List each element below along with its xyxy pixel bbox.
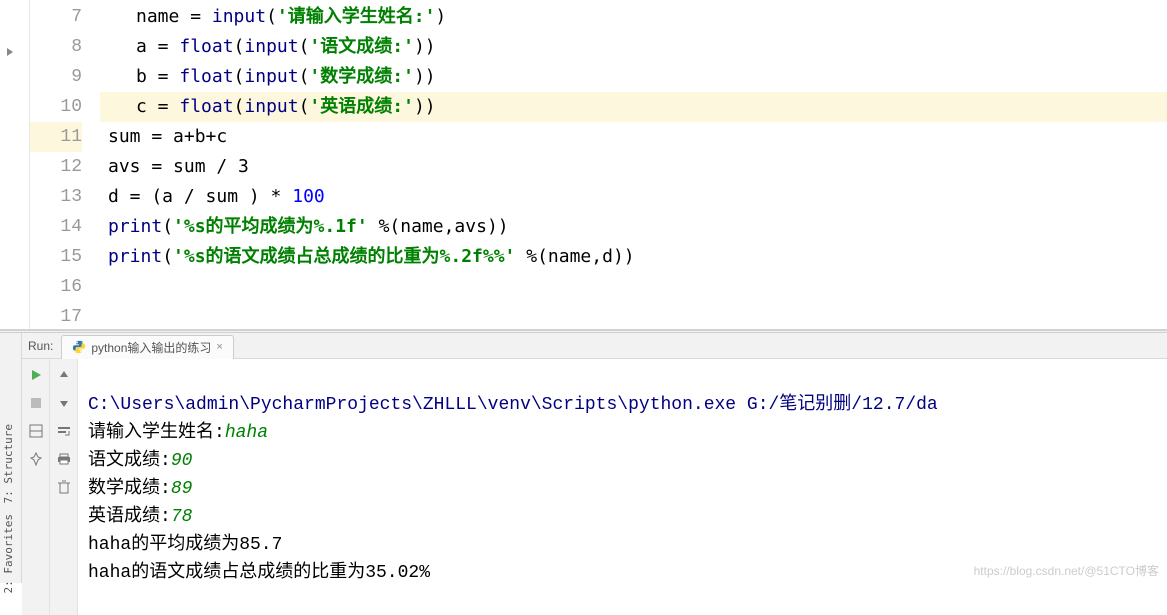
console-stdout: haha的语文成绩占总成绩的比重为35.02% [88, 563, 430, 583]
run-tab-title: python输入输出的练习 [91, 339, 211, 356]
run-toolbar-secondary [50, 359, 78, 615]
run-tab[interactable]: python输入输出的练习 × [61, 335, 233, 359]
console-user-input: 89 [171, 479, 193, 499]
line-number: 9 [30, 62, 82, 92]
editor-gutter-folding [0, 0, 30, 329]
run-label: Run: [22, 339, 61, 353]
console-prompt: 英语成绩: [88, 507, 171, 527]
scroll-up-button[interactable] [54, 365, 74, 385]
line-number-gutter: 7 8 9 10 11 12 13 14 15 16 17 [30, 0, 100, 329]
line-number: 13 [30, 182, 82, 212]
line-number: 12 [30, 152, 82, 182]
code-text-area[interactable]: name = input('请输入学生姓名:') a = float(input… [100, 0, 1167, 329]
line-number: 15 [30, 242, 82, 272]
code-line: avs = sum / 3 [100, 152, 1167, 182]
fold-icon[interactable] [6, 48, 14, 56]
line-number: 10 [30, 92, 82, 122]
structure-toolwindow-button[interactable]: 7: Structure [2, 424, 15, 503]
run-tabbar: Run: python输入输出的练习 × [22, 333, 1167, 359]
code-line-active: c = float(input('英语成绩:')) [100, 92, 1167, 122]
code-line: print('%s的语文成绩占总成绩的比重为%.2f%%' %(name,d)) [100, 242, 1167, 272]
code-line: a = float(input('语文成绩:')) [100, 32, 1167, 62]
run-toolbar-primary [22, 359, 50, 615]
delete-button[interactable] [54, 477, 74, 497]
print-button[interactable] [54, 449, 74, 469]
console-user-input: haha [225, 423, 268, 443]
rerun-button[interactable] [26, 365, 46, 385]
soft-wrap-button[interactable] [54, 421, 74, 441]
console-prompt: 数学成绩: [88, 479, 171, 499]
code-line: d = (a / sum ) * 100 [100, 182, 1167, 212]
line-number: 11 [30, 122, 82, 152]
code-line: sum = a+b+c [100, 122, 1167, 152]
line-number: 16 [30, 272, 82, 302]
favorites-toolwindow-button[interactable]: 2: Favorites [2, 514, 15, 593]
code-line: b = float(input('数学成绩:')) [100, 62, 1167, 92]
console-user-input: 90 [171, 451, 193, 471]
line-number: 8 [30, 32, 82, 62]
run-tool-window: 7: Structure 2: Favorites Run: python输入输… [0, 333, 1167, 583]
stop-button[interactable] [26, 393, 46, 413]
line-number: 14 [30, 212, 82, 242]
python-file-icon [72, 340, 86, 354]
console-prompt: 语文成绩: [88, 451, 171, 471]
console-prompt: 请输入学生姓名: [88, 423, 225, 443]
scroll-down-button[interactable] [54, 393, 74, 413]
code-line: name = input('请输入学生姓名:') [100, 2, 1167, 32]
pin-button[interactable] [26, 449, 46, 469]
console-user-input: 78 [171, 507, 193, 527]
layout-button[interactable] [26, 421, 46, 441]
console-command: C:\Users\admin\PycharmProjects\ZHLLL\ven… [88, 395, 938, 415]
console-stdout: haha的平均成绩为85.7 [88, 535, 282, 555]
code-editor: 7 8 9 10 11 12 13 14 15 16 17 name = inp… [0, 0, 1167, 330]
left-toolwindow-stripe: 7: Structure 2: Favorites [0, 333, 22, 583]
close-icon[interactable]: × [216, 341, 222, 353]
line-number: 7 [30, 2, 82, 32]
watermark: https://blog.csdn.net/@51CTO博客 [974, 562, 1159, 579]
code-line: print('%s的平均成绩为%.1f' %(name,avs)) [100, 212, 1167, 242]
line-number: 17 [30, 302, 82, 332]
